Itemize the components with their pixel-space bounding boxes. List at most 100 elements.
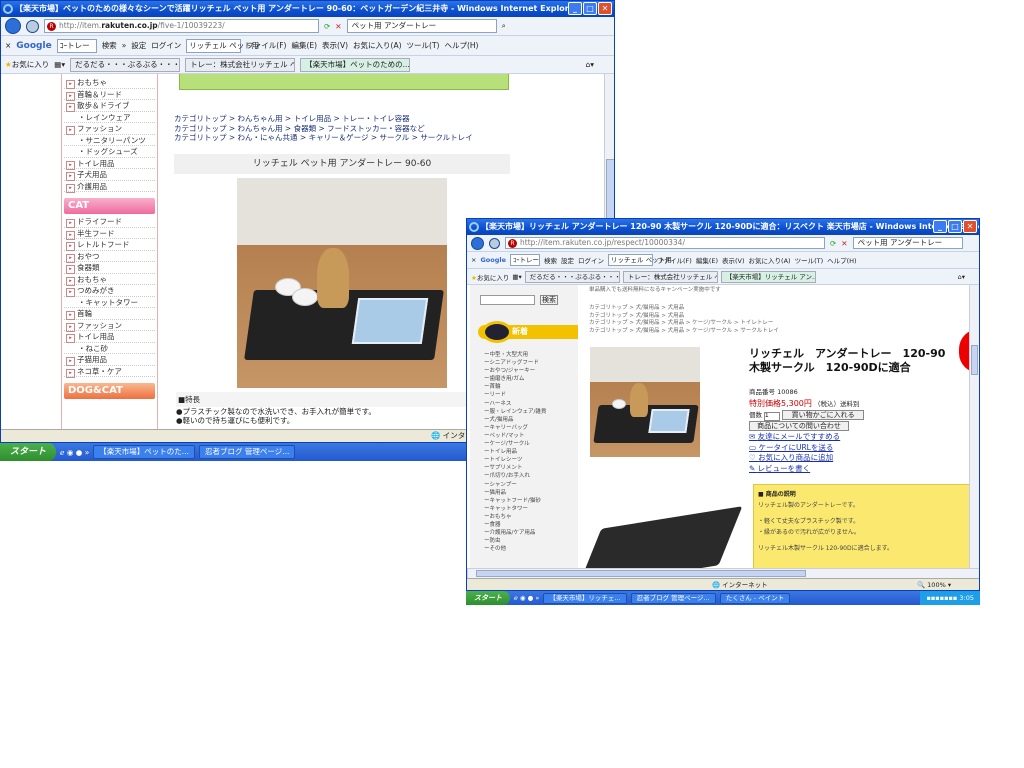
sidebar-link[interactable]: ーおもちゃ — [484, 513, 546, 521]
menu-help[interactable]: ヘルプ(H) — [444, 40, 478, 51]
vertical-scrollbar[interactable] — [969, 285, 979, 568]
settings-button[interactable]: 設定 — [561, 255, 574, 265]
product-image[interactable] — [237, 178, 447, 388]
sidebar-link[interactable]: ーキャリーバッグ — [484, 424, 546, 432]
menu-favorites[interactable]: お気に入り(A) — [749, 255, 791, 265]
minimize-button[interactable]: _ — [933, 220, 947, 233]
back-button[interactable] — [5, 18, 21, 34]
horizontal-scrollbar[interactable] — [467, 568, 979, 578]
sidebar-link[interactable]: おもちゃ — [64, 274, 155, 285]
sidebar-link[interactable]: おもちゃ — [64, 77, 155, 89]
tab-2[interactable]: トレー：株式会社リッチェル ペッ... — [622, 270, 718, 283]
shop-search-button[interactable]: 検索 — [540, 295, 558, 305]
sidebar-link[interactable]: 食器類 — [64, 262, 155, 274]
sidebar-link[interactable]: 首輪 — [64, 308, 155, 320]
sidebar-link[interactable]: ーキャットタワー — [484, 505, 546, 513]
menu-edit[interactable]: 編集(E) — [696, 255, 718, 265]
address-input[interactable]: Rhttp://item.rakuten.co.jp/five-1/100392… — [44, 19, 319, 33]
sidebar-link[interactable]: ートイレシーツ — [484, 456, 546, 464]
sidebar-link[interactable]: ー中型・大型犬用 — [484, 351, 546, 359]
google-search-input[interactable]: ｺｰトレー — [56, 38, 97, 53]
taskbar-item[interactable]: 【楽天市場】ペットのた... — [93, 445, 195, 459]
sidebar-link[interactable]: おやつ — [64, 251, 155, 262]
mobile-url-link[interactable]: ▭ ケータイにURLを送る — [749, 443, 864, 454]
close-toolbar-icon[interactable]: × — [471, 256, 476, 264]
product-image[interactable] — [590, 347, 700, 457]
add-favorite-link[interactable]: ♡ お気に入り商品に追加 — [749, 453, 864, 464]
email-friend-link[interactable]: ✉ 友達にメールですすめる — [749, 432, 864, 443]
sidebar-link[interactable]: レトルトフード — [64, 239, 155, 251]
sidebar-link[interactable]: ーおやつ/ジャーキー — [484, 367, 546, 375]
google-search-button[interactable]: 検索 — [102, 40, 117, 51]
taskbar-item[interactable]: 忍者ブログ 管理ページ... — [630, 592, 716, 604]
sidebar-link[interactable]: ネコ草・ケア — [64, 366, 155, 377]
sidebar-link[interactable]: トイレ用品 — [64, 331, 155, 343]
sidebar-link[interactable]: ーリード — [484, 391, 546, 399]
sidebar-link[interactable]: ・ドッグシューズ — [64, 146, 155, 158]
menu-edit[interactable]: 編集(E) — [291, 40, 317, 51]
menu-view[interactable]: 表示(V) — [322, 40, 348, 51]
start-button[interactable]: スタート — [466, 591, 510, 605]
breadcrumb[interactable]: カテゴリトップ > わんちゃん用 > 食器類 > フードストッカー・容器など — [174, 124, 473, 134]
breadcrumb[interactable]: カテゴリトップ > 犬/猫用品 > 犬用品 — [589, 313, 779, 321]
sidebar-link[interactable]: ー首輪 — [484, 383, 546, 391]
quantity-input[interactable] — [764, 411, 781, 421]
sidebar-link[interactable]: ー防虫 — [484, 537, 546, 545]
find-input[interactable]: リッチェル ペット用 — [608, 254, 672, 266]
start-button[interactable]: スタート — [0, 443, 57, 461]
sidebar-link[interactable]: ー爪切り/お手入れ — [484, 472, 546, 480]
tray-icons[interactable]: ▪▪▪▪▪▪▪ — [926, 594, 959, 602]
sidebar-link[interactable]: 子犬用品 — [64, 169, 155, 181]
back-button[interactable] — [471, 236, 484, 250]
sidebar-link[interactable]: 子猫用品 — [64, 354, 155, 366]
search-icon[interactable]: ⌕ — [502, 21, 506, 31]
maximize-button[interactable]: □ — [948, 220, 962, 233]
sidebar-link[interactable]: ー介護用品/ケア用品 — [484, 529, 546, 537]
tab-1[interactable]: だるだる・・・ぶるぶる・・・。やっ... — [524, 270, 620, 283]
google-search-button[interactable]: 検索 — [544, 255, 557, 265]
menu-help[interactable]: ヘルプ(H) — [827, 255, 856, 265]
quick-launch-icons[interactable]: ℯ ◉ ● » — [60, 448, 89, 457]
tab-1[interactable]: だるだる・・・ぶるぶる・・・。やっ... — [70, 57, 181, 72]
quick-launch-icons[interactable]: ℯ ◉ ● » — [514, 594, 539, 602]
quick-tabs-icon[interactable]: ▦▾ — [54, 60, 65, 69]
sidebar-link[interactable]: ーケージ/サークル — [484, 440, 546, 448]
menu-tools[interactable]: ツール(T) — [795, 255, 824, 265]
stop-icon[interactable]: ✕ — [841, 239, 847, 248]
shop-search-input[interactable] — [480, 295, 535, 305]
sidebar-link[interactable]: ドライフード — [64, 216, 155, 228]
sidebar-link[interactable]: ーキャットフード/猫砂 — [484, 497, 546, 505]
settings-button[interactable]: 設定 — [131, 40, 146, 51]
sidebar-link[interactable]: ・レインウェア — [64, 112, 155, 123]
sidebar-link[interactable]: ーシャンプー — [484, 481, 546, 489]
sidebar-link[interactable]: ー猫用品 — [484, 489, 546, 497]
sidebar-link[interactable]: ー歯磨き用/ガム — [484, 375, 546, 383]
add-to-cart-button[interactable]: 買い物かごに入れる — [782, 410, 865, 420]
sidebar-link[interactable]: ファッション — [64, 123, 155, 135]
login-button[interactable]: ログイン — [578, 255, 604, 265]
maximize-button[interactable]: □ — [583, 2, 597, 15]
refresh-icon[interactable]: ⟳ — [830, 239, 836, 248]
sidebar-link[interactable]: ーその他 — [484, 545, 546, 553]
tab-2[interactable]: トレー：株式会社リッチェル ペッ... — [185, 57, 296, 72]
minimize-button[interactable]: _ — [568, 2, 582, 15]
product-image-2[interactable] — [577, 506, 743, 568]
sidebar-link[interactable]: 首輪＆リード — [64, 89, 155, 100]
zoom-level[interactable]: 🔍 100% ▾ — [917, 579, 951, 590]
breadcrumb[interactable]: カテゴリトップ > わん・にゃん共通 > キャリー＆ゲージ > サークル > サ… — [174, 133, 473, 143]
close-button[interactable]: ✕ — [598, 2, 612, 15]
forward-button[interactable] — [489, 237, 500, 249]
forward-button[interactable] — [26, 19, 39, 33]
google-search-input[interactable]: ｺｰトレー — [510, 254, 541, 266]
breadcrumb[interactable]: カテゴリトップ > わんちゃん用 > トイレ用品 > トレー・トイレ容器 — [174, 114, 473, 124]
search-input[interactable]: ペット用 アンダートレー — [346, 19, 497, 33]
favorites-button[interactable]: ★お気に入り — [471, 272, 509, 282]
more-icon[interactable]: » — [122, 41, 127, 50]
sidebar-link[interactable]: ーサプリメント — [484, 464, 546, 472]
sidebar-link[interactable]: ・サニタリーパンツ — [64, 135, 155, 146]
taskbar-item[interactable]: 【楽天市場】リッチェ... — [543, 592, 627, 604]
menu-view[interactable]: 表示(V) — [722, 255, 745, 265]
close-button[interactable]: ✕ — [963, 220, 977, 233]
taskbar-item[interactable]: たくさん - ペイント — [719, 592, 791, 604]
sidebar-link[interactable]: ーベッド/マット — [484, 432, 546, 440]
